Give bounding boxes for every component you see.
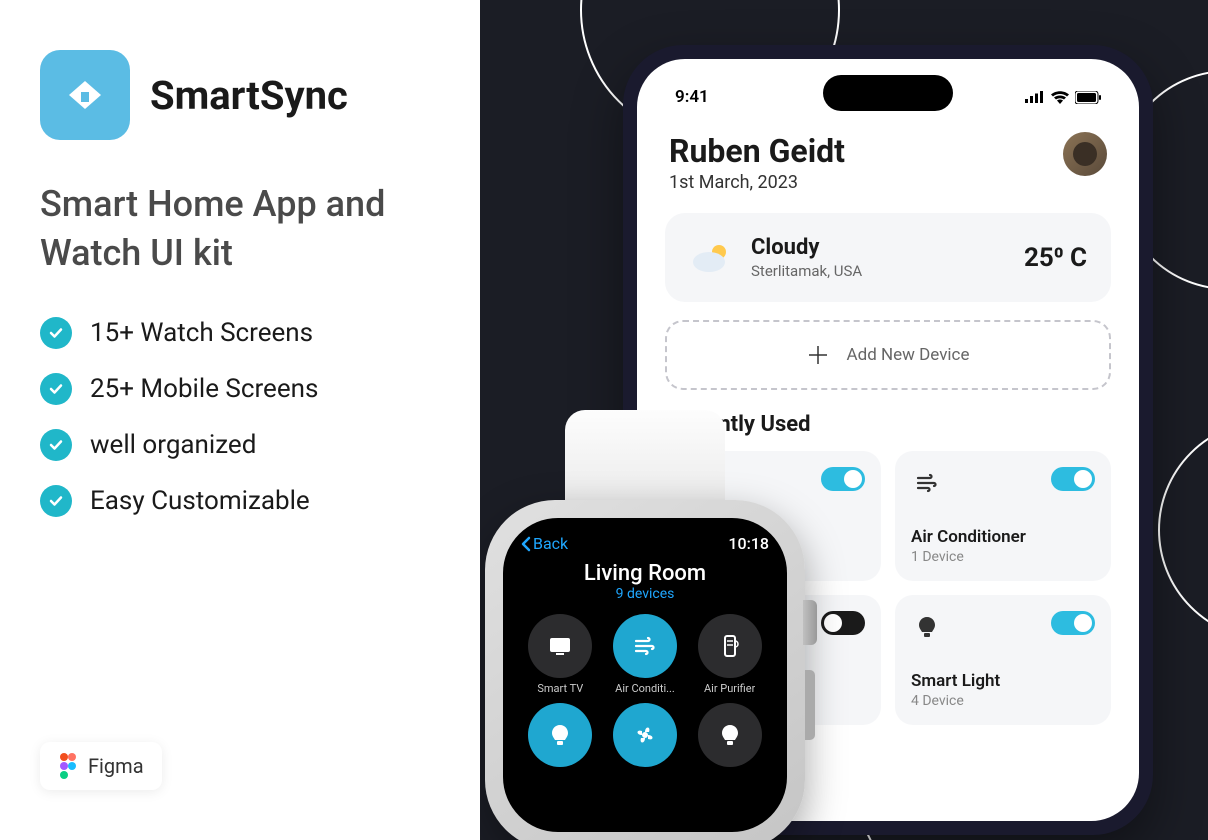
cellular-icon — [1025, 91, 1045, 103]
check-icon — [40, 373, 72, 405]
watch-title: Living Room — [521, 561, 769, 586]
weather-icon — [689, 236, 733, 280]
feature-item: Easy Customizable — [40, 485, 440, 517]
figma-label: Figma — [88, 754, 144, 778]
bulb-icon — [528, 703, 592, 767]
feature-text: 15+ Watch Screens — [90, 318, 313, 348]
plus-icon — [807, 344, 829, 366]
watch-screen: Back 10:18 Living Room 9 devices Smart T… — [503, 518, 787, 832]
device-sub: 4 Device — [911, 693, 1095, 709]
watch-case: Back 10:18 Living Room 9 devices Smart T… — [485, 500, 805, 840]
feature-text: 25+ Mobile Screens — [90, 374, 318, 404]
watch-time: 10:18 — [728, 534, 769, 553]
device-sub: 1 Device — [911, 549, 1095, 565]
watch-device-item[interactable] — [690, 703, 769, 771]
avatar[interactable] — [1063, 132, 1107, 176]
device-toggle[interactable] — [1051, 611, 1095, 635]
check-icon — [40, 317, 72, 349]
device-name: Air Conditioner — [911, 527, 1095, 547]
bulb-icon — [911, 611, 943, 643]
dynamic-island — [823, 75, 953, 111]
purifier-icon — [698, 614, 762, 678]
check-icon — [40, 485, 72, 517]
feature-item: 25+ Mobile Screens — [40, 373, 440, 405]
check-icon — [40, 429, 72, 461]
features-list: 15+ Watch Screens 25+ Mobile Screens wel… — [40, 317, 440, 517]
watch-device-item[interactable] — [606, 703, 685, 771]
status-time: 9:41 — [675, 87, 709, 107]
weather-card[interactable]: Cloudy Sterlitamak, USA 25⁰ C — [665, 213, 1111, 302]
watch-device-label: Air Purifier — [704, 682, 755, 695]
feature-item: 15+ Watch Screens — [40, 317, 440, 349]
date-label: 1st March, 2023 — [669, 172, 845, 193]
brand-name: SmartSync — [150, 72, 348, 119]
watch-device-item[interactable] — [521, 703, 600, 771]
section-title: Recently Used — [665, 412, 1111, 437]
watch-back-button[interactable]: Back — [521, 534, 568, 553]
watch-device-item[interactable]: Air Conditi... — [606, 614, 685, 695]
add-device-button[interactable]: Add New Device — [665, 320, 1111, 390]
watch-subtitle: 9 devices — [521, 586, 769, 602]
brand-logo — [40, 50, 130, 140]
weather-temp: 25⁰ C — [1024, 243, 1087, 273]
brand-row: SmartSync — [40, 50, 440, 140]
watch-crown[interactable] — [803, 600, 817, 645]
decoration — [1158, 420, 1208, 640]
fan-icon — [613, 703, 677, 767]
wind-icon — [911, 467, 943, 499]
feature-item: well organized — [40, 429, 440, 461]
device-toggle[interactable] — [1051, 467, 1095, 491]
weather-condition: Cloudy — [751, 235, 1006, 260]
watch-device-item[interactable]: Smart TV — [521, 614, 600, 695]
bulb-icon — [698, 703, 762, 767]
tagline: Smart Home App and Watch UI kit — [40, 180, 440, 277]
figma-tag: Figma — [40, 742, 162, 790]
wifi-icon — [1051, 91, 1069, 104]
watch-device-label: Air Conditi... — [615, 682, 675, 695]
weather-location: Sterlitamak, USA — [751, 262, 1006, 280]
watch-device-label: Smart TV — [537, 682, 583, 695]
watch-back-label: Back — [533, 534, 568, 553]
wind-icon — [613, 614, 677, 678]
chevron-left-icon — [521, 536, 531, 552]
feature-text: well organized — [90, 430, 256, 460]
figma-icon — [58, 752, 78, 780]
feature-text: Easy Customizable — [90, 486, 310, 516]
watch-mockup: Back 10:18 Living Room 9 devices Smart T… — [480, 440, 865, 840]
watch-side-button[interactable] — [805, 670, 815, 740]
tv-icon — [528, 614, 592, 678]
device-card[interactable]: Air Conditioner 1 Device — [895, 451, 1111, 581]
add-device-label: Add New Device — [847, 345, 970, 365]
device-card[interactable]: Smart Light 4 Device — [895, 595, 1111, 725]
user-name: Ruben Geidt — [669, 132, 845, 170]
watch-device-item[interactable]: Air Purifier — [690, 614, 769, 695]
device-name: Smart Light — [911, 671, 1095, 691]
battery-icon — [1075, 91, 1101, 104]
